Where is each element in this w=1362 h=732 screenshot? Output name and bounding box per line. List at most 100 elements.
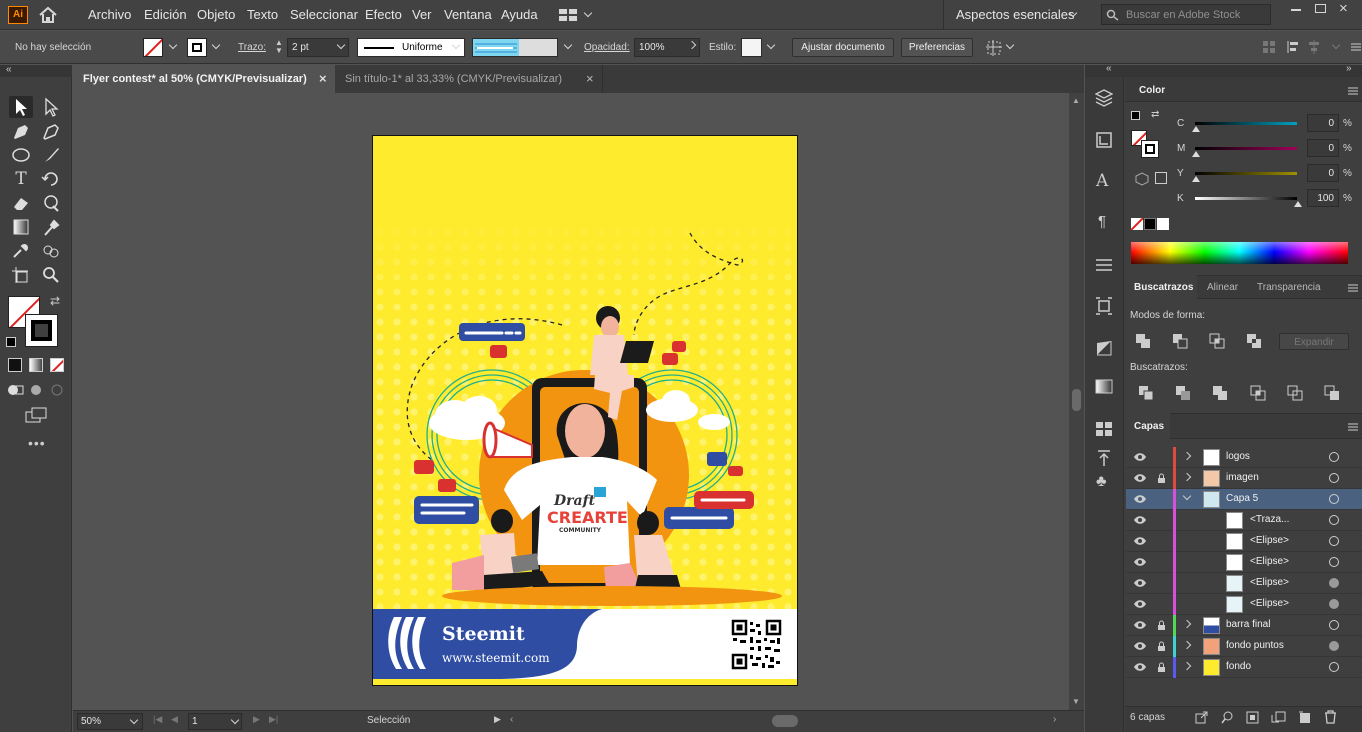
fill-swatch[interactable] xyxy=(143,38,163,57)
visibility-eye-icon[interactable] xyxy=(1134,451,1146,463)
panel-menu-icon[interactable] xyxy=(1348,423,1358,431)
eraser-tool[interactable] xyxy=(9,192,33,214)
artboards-panel-icon[interactable] xyxy=(1095,421,1113,437)
panel-menu-icon[interactable] xyxy=(1348,284,1358,292)
none-mode-icon[interactable] xyxy=(50,358,64,372)
pen-tool[interactable] xyxy=(9,120,33,142)
direct-selection-tool[interactable] xyxy=(39,96,63,118)
graphic-style-swatch[interactable] xyxy=(741,38,762,57)
screen-mode-icon[interactable] xyxy=(24,407,48,425)
sublayer-row[interactable]: <Elipse> xyxy=(1126,594,1362,615)
menu-ver[interactable]: Ver xyxy=(412,7,432,22)
arrange-documents-icon[interactable] xyxy=(558,8,578,22)
preferences-button[interactable]: Preferencias xyxy=(901,38,973,57)
visibility-eye-icon[interactable] xyxy=(1134,514,1146,526)
layer-name[interactable]: <Elipse> xyxy=(1250,535,1289,546)
menu-objeto[interactable]: Objeto xyxy=(197,7,235,22)
target-circle-icon[interactable] xyxy=(1329,515,1339,525)
more-tools-icon[interactable]: ••• xyxy=(28,435,46,451)
last-artboard-icon[interactable]: ▶| xyxy=(269,714,278,725)
align-icon[interactable] xyxy=(1262,40,1276,54)
workspace-switcher[interactable]: Aspectos esenciales xyxy=(956,7,1075,22)
layer-row[interactable]: logos xyxy=(1126,447,1362,468)
visibility-eye-icon[interactable] xyxy=(1134,661,1146,673)
layer-name[interactable]: imagen xyxy=(1226,472,1259,483)
target-circle-icon[interactable] xyxy=(1329,452,1339,462)
gradient-tool[interactable] xyxy=(9,216,33,238)
input-k[interactable]: 100 xyxy=(1307,189,1339,207)
layer-row[interactable]: imagen xyxy=(1126,468,1362,489)
white-swatch[interactable] xyxy=(1157,218,1169,230)
target-circle-icon[interactable] xyxy=(1329,641,1339,651)
default-colors-icon[interactable] xyxy=(6,337,16,347)
gradient-mode-icon[interactable] xyxy=(29,358,43,372)
new-layer-icon[interactable] xyxy=(1298,711,1311,724)
lock-icon[interactable] xyxy=(1157,620,1166,631)
lock-icon[interactable] xyxy=(1157,473,1166,484)
trim-icon[interactable] xyxy=(1175,385,1191,401)
target-circle-icon[interactable] xyxy=(1329,620,1339,630)
type-tool[interactable]: T xyxy=(9,168,33,190)
close-tab-icon[interactable]: × xyxy=(586,65,594,93)
target-circle-icon[interactable] xyxy=(1329,494,1339,504)
sublayer-row[interactable]: <Traza... xyxy=(1126,510,1362,531)
layer-name[interactable]: <Elipse> xyxy=(1250,556,1289,567)
chevron-down-icon[interactable] xyxy=(583,8,593,18)
minimize-icon[interactable] xyxy=(1291,9,1301,11)
stroke-color-box[interactable] xyxy=(25,314,58,347)
selection-tool[interactable] xyxy=(9,96,33,118)
layer-row-selected[interactable]: Capa 5 xyxy=(1126,489,1362,510)
minus-back-icon[interactable] xyxy=(1324,385,1340,401)
expand-arrow-icon[interactable] xyxy=(1182,661,1192,671)
paragraph-icon[interactable]: ¶ xyxy=(1098,213,1106,230)
layer-name[interactable]: fondo xyxy=(1226,661,1251,672)
new-sublayer-icon[interactable] xyxy=(1271,711,1286,724)
menu-archivo[interactable]: Archivo xyxy=(88,7,131,22)
hscroll-right-icon[interactable]: › xyxy=(1053,714,1056,725)
minus-front-icon[interactable] xyxy=(1172,333,1188,349)
paintbrush-tool[interactable] xyxy=(39,144,63,166)
swap-colors-icon[interactable]: ⇄ xyxy=(50,294,60,308)
scroll-thumb[interactable] xyxy=(1072,389,1081,411)
outline-icon[interactable] xyxy=(1287,385,1303,401)
expand-arrow-icon[interactable] xyxy=(1182,619,1192,629)
visibility-eye-icon[interactable] xyxy=(1134,598,1146,610)
tab-sin-titulo[interactable]: Sin título-1* al 33,33% (CMYK/Previsuali… xyxy=(335,65,603,93)
tab-buscatrazos[interactable]: Buscatrazos xyxy=(1134,282,1193,293)
symbols-icon[interactable]: ♣ xyxy=(1096,473,1107,491)
color-spectrum[interactable] xyxy=(1131,242,1348,264)
sublayer-row[interactable]: <Elipse> xyxy=(1126,531,1362,552)
target-circle-icon[interactable] xyxy=(1329,473,1339,483)
export-icon[interactable] xyxy=(1195,711,1208,724)
menu-ayuda[interactable]: Ayuda xyxy=(501,7,538,22)
visibility-eye-icon[interactable] xyxy=(1134,577,1146,589)
color-panel-title[interactable]: Color xyxy=(1139,85,1165,96)
distribute-icon[interactable] xyxy=(1287,40,1301,54)
clipping-mask-icon[interactable] xyxy=(1246,711,1259,724)
expand-arrow-icon[interactable] xyxy=(1182,640,1192,650)
close-tab-icon[interactable]: × xyxy=(319,65,327,93)
draw-behind-icon[interactable] xyxy=(28,383,46,397)
transform-panel-icon[interactable] xyxy=(1095,297,1113,315)
intersect-icon[interactable] xyxy=(1209,333,1225,349)
target-circle-icon[interactable] xyxy=(1329,557,1339,567)
home-icon[interactable] xyxy=(38,6,58,24)
slider-m[interactable] xyxy=(1195,147,1297,150)
visibility-eye-icon[interactable] xyxy=(1134,556,1146,568)
slider-c[interactable] xyxy=(1195,122,1297,125)
collapse-arrow-icon[interactable] xyxy=(1182,491,1192,501)
out-of-gamut-icon[interactable] xyxy=(1135,172,1149,186)
exclude-icon[interactable] xyxy=(1246,333,1262,349)
asset-export-icon[interactable] xyxy=(1095,449,1113,467)
zoom-tool[interactable] xyxy=(39,264,63,286)
adjust-document-button[interactable]: Ajustar documento xyxy=(792,38,894,57)
menu-ventana[interactable]: Ventana xyxy=(444,7,492,22)
crop-icon[interactable] xyxy=(1250,385,1266,401)
slider-y[interactable] xyxy=(1195,172,1297,175)
layer-name[interactable]: Capa 5 xyxy=(1226,493,1258,504)
brush-definition-select[interactable] xyxy=(472,38,558,57)
layers-panel-title[interactable]: Capas xyxy=(1134,421,1164,432)
chevron-down-icon[interactable] xyxy=(563,40,573,50)
gradient-panel-icon[interactable] xyxy=(1095,379,1113,395)
target-circle-icon[interactable] xyxy=(1329,662,1339,672)
